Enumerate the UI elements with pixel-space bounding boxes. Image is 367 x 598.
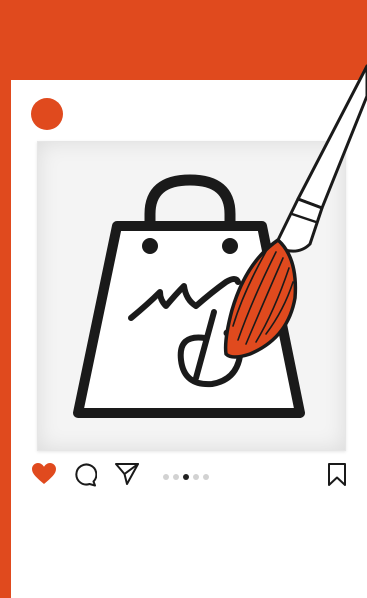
bag-rivet-left [142,238,158,254]
carousel-dot[interactable] [193,474,199,480]
comment-icon[interactable] [73,463,97,487]
carousel-indicator [163,472,209,482]
paper-plane-icon[interactable] [114,462,140,486]
paintbrush-icon [223,64,367,359]
heart-icon[interactable] [31,462,57,486]
carousel-dot[interactable] [203,474,209,480]
carousel-dot[interactable] [163,474,169,480]
carousel-dot-active[interactable] [183,474,189,480]
bag-rivet-right [222,238,238,254]
carousel-dot[interactable] [173,474,179,480]
post-illustration [73,64,367,418]
bookmark-icon[interactable] [327,462,347,487]
